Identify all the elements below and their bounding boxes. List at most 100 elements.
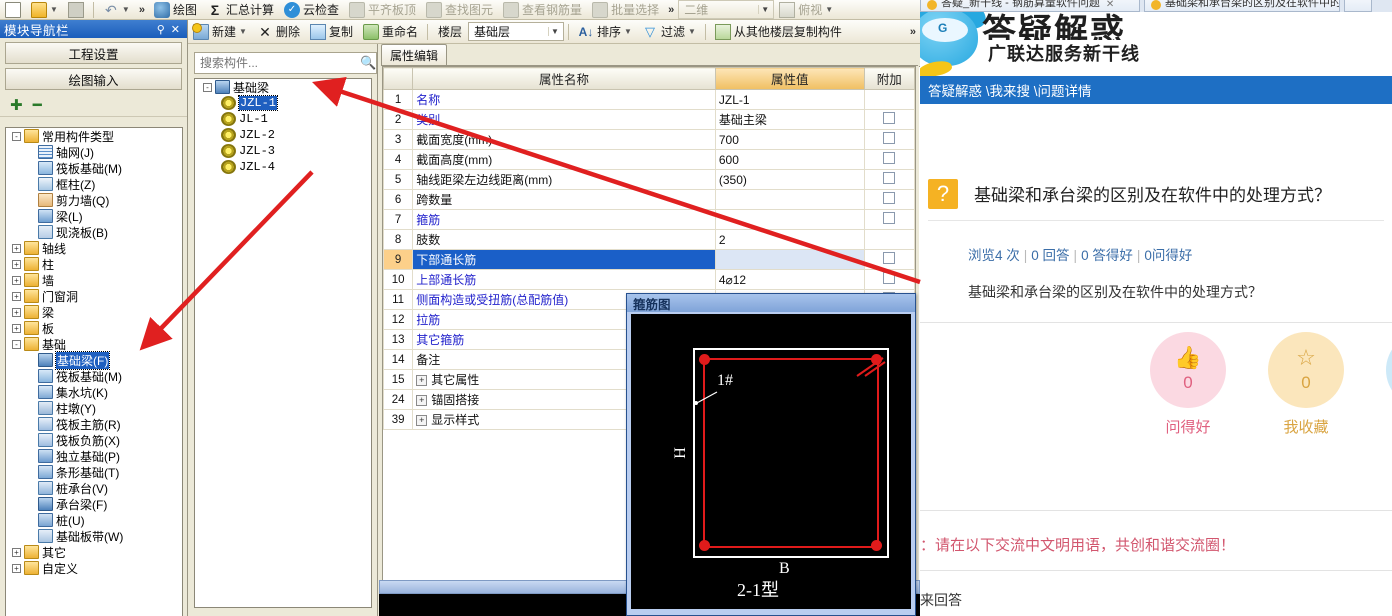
sidebar-item-1[interactable]: 轴网(J) <box>6 144 182 160</box>
property-value-cell[interactable]: 600 <box>714 149 865 170</box>
property-value-cell[interactable]: 2 <box>714 229 865 250</box>
close-icon[interactable]: ✕ <box>1106 0 1114 10</box>
attach-cell[interactable] <box>863 149 915 170</box>
property-value-cell[interactable]: 基础主梁 <box>714 109 865 130</box>
property-name-cell[interactable]: 截面宽度(mm) <box>412 129 716 150</box>
property-value-cell[interactable]: 4⌀12 <box>714 269 865 290</box>
good-question-button[interactable]: 👍 0 问得好 <box>1150 332 1226 437</box>
sidebar-item-25[interactable]: 基础板带(W) <box>6 528 182 544</box>
new-component-button[interactable]: 新建 ▼ <box>188 22 252 41</box>
property-name-cell[interactable]: 轴线距梁左边线距离(mm) <box>412 169 716 190</box>
undo-button[interactable]: ↶ ▼ <box>98 0 135 19</box>
list-item[interactable]: JZL-2 <box>195 127 371 143</box>
draw-button[interactable]: 绘图 <box>149 0 202 19</box>
collapse-icon[interactable]: - <box>203 82 212 92</box>
property-value-cell[interactable] <box>714 249 865 270</box>
expand-icon[interactable]: + <box>416 415 428 427</box>
sidebar-item-3[interactable]: 框柱(Z) <box>6 176 182 192</box>
attach-checkbox[interactable] <box>883 272 896 284</box>
sidebar-item-22[interactable]: 桩承台(V) <box>6 480 182 496</box>
table-row[interactable]: 4 截面高度(mm) 600 <box>383 149 915 170</box>
table-row[interactable]: 9 下部通长筋 <box>383 249 915 270</box>
tab-property-edit[interactable]: 属性编辑 <box>381 44 448 66</box>
sidebar-item-11[interactable]: + 梁 <box>6 304 182 320</box>
attach-checkbox[interactable] <box>883 132 896 144</box>
sidebar-item-4[interactable]: 剪力墙(Q) <box>6 192 182 208</box>
property-name-cell[interactable]: 截面高度(mm) <box>412 149 716 170</box>
list-item[interactable]: JZL-4 <box>195 159 371 175</box>
expand-icon[interactable]: + <box>12 307 21 317</box>
component-tree-root[interactable]: - 基础梁 <box>195 79 371 95</box>
expand-icon[interactable]: + <box>416 375 428 387</box>
attach-cell[interactable] <box>863 269 915 290</box>
property-name-cell[interactable]: 类别 <box>412 109 716 130</box>
find-element-button[interactable]: 查找图元 <box>421 0 498 19</box>
module-tree[interactable]: - 常用构件类型 轴网(J) 筏板基础(M) 框柱(Z) 剪力墙(Q) 梁(L) 现浇板(B)… <box>5 127 183 616</box>
table-row[interactable]: 2 类别 基础主梁 <box>383 109 915 130</box>
property-name-cell[interactable]: 名称 <box>412 89 716 110</box>
breadcrumb[interactable]: 答疑解惑 \我来搜 \问题详情 <box>920 76 1392 104</box>
component-tree[interactable]: - 基础梁 JZL-1 JL-1 JZL-2 JZL-3 JZL-4 <box>194 78 372 608</box>
sidebar-item-14[interactable]: 基础梁(F) <box>6 350 182 370</box>
nav-button-drawing-input[interactable]: 绘图输入 <box>5 68 182 90</box>
toolbar-overflow-3[interactable]: » <box>906 26 920 38</box>
sidebar-item-12[interactable]: + 板 <box>6 320 182 336</box>
copy-from-floor-button[interactable]: 从其他楼层复制构件 <box>710 22 847 41</box>
close-icon[interactable]: ✕ <box>168 23 183 36</box>
search-icon[interactable]: 🔍 <box>360 52 378 74</box>
property-name-cell[interactable]: 箍筋 <box>412 209 716 230</box>
answer-prompt[interactable]: 来回答 <box>920 590 1392 610</box>
attach-checkbox[interactable] <box>883 252 896 264</box>
list-item[interactable]: JL-1 <box>195 111 371 127</box>
collapse-icon[interactable]: - <box>12 339 21 349</box>
sidebar-item-17[interactable]: 柱墩(Y) <box>6 400 182 416</box>
attach-cell[interactable] <box>863 249 915 270</box>
list-item[interactable]: JZL-3 <box>195 143 371 159</box>
attach-cell[interactable] <box>863 189 915 210</box>
attach-checkbox[interactable] <box>883 152 896 164</box>
property-name-cell[interactable]: 上部通长筋 <box>412 269 716 290</box>
sidebar-item-18[interactable]: 筏板主筋(R) <box>6 416 182 432</box>
expand-icon[interactable]: + <box>12 259 21 269</box>
sidebar-item-2[interactable]: 筏板基础(M) <box>6 160 182 176</box>
search-input[interactable] <box>194 52 360 74</box>
view-rebar-qty-button[interactable]: 查看钢筋量 <box>498 0 587 19</box>
browser-tab-1[interactable]: 答疑_新干线 - 钢筋算量软件问题 ✕ <box>920 0 1140 12</box>
collapse-icon[interactable]: - <box>12 131 21 141</box>
sidebar-item-23[interactable]: 承台梁(F) <box>6 496 182 512</box>
toolbar-overflow-1[interactable]: » <box>135 4 149 16</box>
sidebar-item-9[interactable]: + 墙 <box>6 272 182 288</box>
property-value-cell[interactable]: 700 <box>714 129 865 150</box>
expand-icon[interactable]: + <box>12 291 21 301</box>
view-mode-select[interactable]: 二维 ▼ <box>678 0 775 19</box>
sidebar-item-5[interactable]: 梁(L) <box>6 208 182 224</box>
share-button[interactable] <box>1386 332 1392 408</box>
sidebar-item-19[interactable]: 筏板负筋(X) <box>6 432 182 448</box>
floor-select[interactable]: 基础层 ▼ <box>468 22 564 41</box>
expand-icon[interactable]: + <box>416 395 428 407</box>
sidebar-item-26[interactable]: + 其它 <box>6 544 182 560</box>
sidebar-item-0[interactable]: - 常用构件类型 <box>6 128 182 144</box>
attach-checkbox[interactable] <box>883 172 896 184</box>
property-name-cell[interactable]: 肢数 <box>412 229 716 250</box>
property-name-cell[interactable]: 跨数量 <box>412 189 716 210</box>
attach-cell[interactable] <box>863 89 915 110</box>
sidebar-item-27[interactable]: + 自定义 <box>6 560 182 576</box>
attach-cell[interactable] <box>863 109 915 130</box>
table-row[interactable]: 7 箍筋 <box>383 209 915 230</box>
list-item[interactable]: JZL-1 <box>195 95 371 111</box>
property-value-cell[interactable] <box>714 189 865 210</box>
property-value-cell[interactable] <box>714 209 865 230</box>
sidebar-item-21[interactable]: 条形基础(T) <box>6 464 182 480</box>
expand-icon[interactable]: + <box>12 243 21 253</box>
pin-icon[interactable]: ⚲ <box>154 23 168 36</box>
sidebar-item-16[interactable]: 集水坑(K) <box>6 384 182 400</box>
nav-button-project-settings[interactable]: 工程设置 <box>5 42 182 64</box>
new-tab-button[interactable] <box>1344 0 1372 12</box>
open-file-button[interactable]: ▼ <box>26 0 63 19</box>
collapse-all-icon[interactable]: ━ <box>33 98 42 113</box>
rename-component-button[interactable]: 重命名 <box>358 22 423 41</box>
copy-component-button[interactable]: 复制 <box>305 22 358 41</box>
attach-checkbox[interactable] <box>883 112 896 124</box>
expand-all-icon[interactable]: ✚ <box>10 98 23 113</box>
